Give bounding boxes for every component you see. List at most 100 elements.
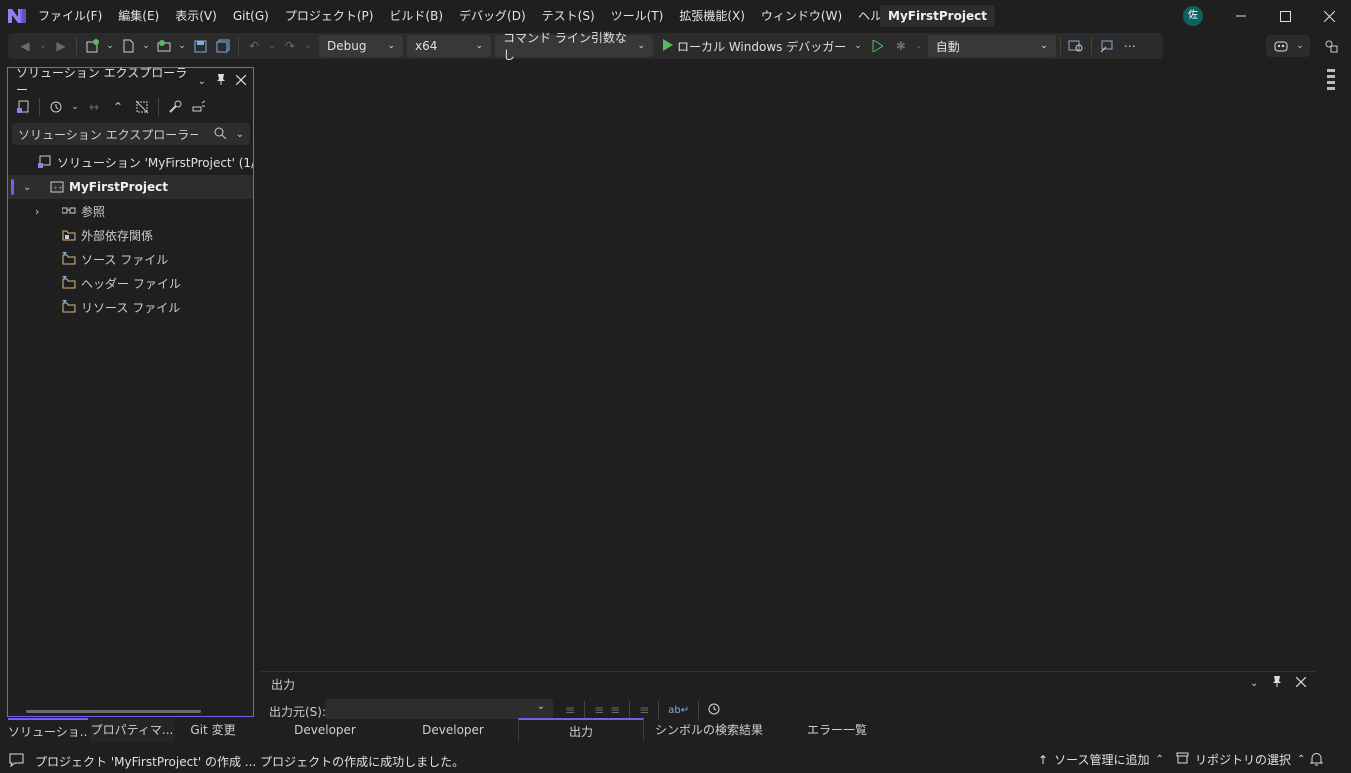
tree-item[interactable]: ソース ファイル [8, 247, 253, 271]
chevron-down-icon[interactable]: ⌄ [302, 35, 314, 57]
menu-build[interactable]: ビルド(B) [381, 0, 451, 32]
menu-view[interactable]: 表示(V) [167, 0, 225, 32]
chevron-down-icon[interactable]: ⌄ [23, 182, 31, 193]
solution-explorer-title: ソリューション エクスプローラー [16, 66, 188, 97]
chevron-down-icon[interactable]: ⌄ [236, 129, 244, 140]
forward-icon[interactable]: ▶ [50, 35, 72, 57]
menu-project[interactable]: プロジェクト(P) [277, 0, 382, 32]
output-source-dropdown[interactable]: ⌄ [325, 699, 553, 719]
external-dependencies-icon [62, 228, 76, 242]
tree-item[interactable]: 外部依存関係 [8, 223, 253, 247]
show-all-files-icon[interactable] [131, 96, 153, 118]
command-args-dropdown[interactable]: コマンド ライン引数なし ⌄ [495, 31, 653, 62]
new-project-icon[interactable] [81, 35, 103, 57]
tree-item-label: 参照 [81, 204, 106, 219]
add-item-icon[interactable] [153, 35, 175, 57]
menu-tools[interactable]: ツール(T) [603, 0, 672, 32]
sync-active-document-icon[interactable]: ↔ [83, 96, 105, 118]
chevron-down-icon[interactable]: ⌄ [37, 35, 49, 57]
pending-changes-icon[interactable] [45, 96, 67, 118]
live-share-icon[interactable] [1096, 35, 1118, 57]
preview-selected-icon[interactable] [188, 96, 210, 118]
menu-window[interactable]: ウィンドウ(W) [753, 0, 850, 32]
tab-error-list[interactable]: エラー一覧 [774, 718, 900, 742]
filter-folder-icon [62, 252, 76, 266]
pin-icon[interactable] [216, 74, 226, 88]
solution-search-input[interactable]: ソリューション エクスプローラー の検索 (C ⌄ [12, 123, 250, 145]
more-options-icon[interactable]: ⋯ [1119, 35, 1141, 57]
clock-icon[interactable] [708, 703, 720, 718]
tab-developer-powershell[interactable]: Developer PowerShell [390, 718, 516, 761]
previous-message-icon[interactable]: ≡ [594, 703, 604, 717]
chevron-down-icon[interactable]: ⌄ [104, 35, 116, 57]
tab-developer-powershell[interactable]: Developer PowerShell [262, 718, 388, 761]
configuration-dropdown[interactable]: Debug ⌄ [319, 35, 403, 57]
tree-project-node[interactable]: ⌄ ++ MyFirstProject [8, 175, 253, 199]
find-message-icon[interactable]: ≡ [565, 703, 575, 717]
chevron-down-icon[interactable]: ⌄ [176, 35, 188, 57]
output-toggle-icon[interactable] [9, 753, 24, 770]
chevron-down-icon[interactable]: ⌄ [913, 35, 925, 57]
notifications-side-icon[interactable] [1325, 68, 1337, 92]
switch-views-icon[interactable] [12, 96, 34, 118]
tab-git-changes[interactable]: Git 変更 [176, 718, 250, 742]
maximize-button[interactable] [1262, 0, 1308, 32]
chevron-right-icon[interactable]: › [35, 205, 39, 218]
copilot-icon[interactable] [1270, 35, 1292, 57]
redo-icon[interactable]: ↷ [279, 35, 301, 57]
next-message-icon[interactable]: ≡ [610, 703, 620, 717]
add-to-source-control-button[interactable]: ↑ ソース管理に追加 ⌃ [1038, 751, 1164, 768]
tree-item[interactable]: › 参照 [8, 199, 253, 223]
chevron-down-icon[interactable]: ⌄ [198, 76, 206, 87]
save-icon[interactable] [189, 35, 211, 57]
pin-icon[interactable] [1272, 676, 1282, 690]
clear-all-icon[interactable]: ≡ [639, 703, 649, 717]
notification-bell-icon[interactable] [1309, 752, 1324, 769]
tab-solution-explorer[interactable]: ソリューショ... [8, 718, 88, 744]
chevron-up-icon: ⌃ [1297, 754, 1306, 765]
play-icon [662, 38, 673, 54]
word-wrap-icon[interactable]: ab↵ [668, 705, 689, 716]
selection-indicator [11, 179, 14, 195]
menu-edit[interactable]: 編集(E) [110, 0, 167, 32]
chevron-down-icon[interactable]: ⌄ [69, 96, 81, 118]
platform-dropdown[interactable]: x64 ⌄ [407, 35, 491, 57]
collapse-all-icon[interactable]: ⌃ [107, 96, 129, 118]
save-all-icon[interactable] [212, 35, 234, 57]
menu-test[interactable]: テスト(S) [534, 0, 603, 32]
avatar[interactable]: 佐 [1183, 6, 1203, 26]
properties-wrench-icon[interactable] [164, 96, 186, 118]
start-debugging-button[interactable]: ローカル Windows デバッガー ⌄ [662, 35, 862, 57]
select-repository-button[interactable]: リポジトリの選択 ⌃ [1176, 751, 1305, 768]
new-file-icon[interactable] [117, 35, 139, 57]
hot-reload-icon[interactable]: ✱ [890, 35, 912, 57]
menu-file[interactable]: ファイル(F) [30, 0, 110, 32]
menu-extensions[interactable]: 拡張機能(X) [671, 0, 753, 32]
tree-solution-node[interactable]: ソリューション 'MyFirstProject' (1/1 のプロ [8, 150, 253, 174]
minimize-button[interactable] [1218, 0, 1264, 32]
close-icon[interactable] [1295, 676, 1307, 690]
tree-item[interactable]: リソース ファイル [8, 295, 253, 319]
tree-item[interactable]: ヘッダー ファイル [8, 271, 253, 295]
menu-debug[interactable]: デバッグ(D) [451, 0, 534, 32]
chevron-down-icon[interactable]: ⌄ [266, 35, 278, 57]
tab-output[interactable]: 出力 [518, 718, 644, 742]
menu-git[interactable]: Git(G) [225, 0, 277, 32]
tab-symbol-search-results[interactable]: シンボルの検索結果 [646, 718, 772, 742]
close-button[interactable] [1306, 0, 1351, 32]
start-without-debugging-icon[interactable] [867, 35, 889, 57]
chevron-down-icon[interactable]: ⌄ [1294, 35, 1306, 57]
back-icon[interactable]: ◀ [14, 35, 36, 57]
output-title: 出力 [271, 678, 296, 692]
tab-property-manager[interactable]: プロパティマ... [90, 718, 174, 742]
chevron-down-icon[interactable]: ⌄ [140, 35, 152, 57]
chevron-down-icon[interactable]: ⌄ [1250, 678, 1258, 689]
feedback-icon[interactable] [1320, 35, 1342, 57]
horizontal-scrollbar[interactable] [26, 710, 201, 713]
platform-value: x64 [415, 39, 438, 53]
find-in-files-icon[interactable] [1065, 35, 1087, 57]
undo-icon[interactable]: ↶ [243, 35, 265, 57]
copilot-toolbar: ⌄ [1266, 35, 1310, 57]
auto-dropdown[interactable]: 自動 ⌄ [927, 35, 1056, 57]
close-icon[interactable] [235, 74, 247, 88]
